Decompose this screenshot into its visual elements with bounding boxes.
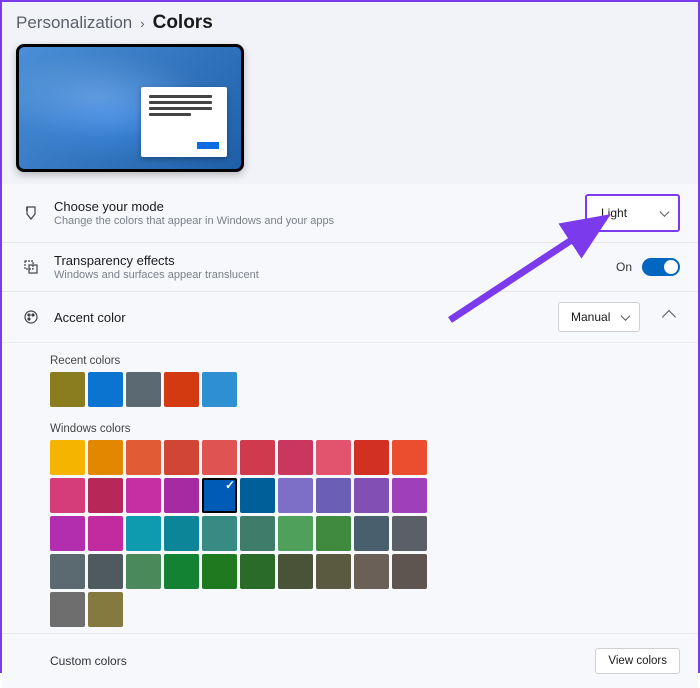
color-swatch[interactable]: [202, 516, 237, 551]
theme-preview: [16, 44, 244, 172]
color-swatch[interactable]: [202, 372, 237, 407]
color-swatch[interactable]: [88, 440, 123, 475]
windows-colors-grid: [50, 440, 430, 627]
choose-mode-row: Choose your mode Change the colors that …: [2, 184, 698, 243]
color-swatch[interactable]: [202, 478, 237, 513]
color-swatch[interactable]: [126, 516, 161, 551]
color-swatch[interactable]: [316, 554, 351, 589]
color-swatch[interactable]: [164, 516, 199, 551]
color-swatch[interactable]: [50, 554, 85, 589]
palette-icon: [20, 309, 42, 325]
color-swatch[interactable]: [202, 440, 237, 475]
color-swatch[interactable]: [202, 554, 237, 589]
windows-colors-label: Windows colors: [50, 423, 698, 435]
brush-icon: [20, 205, 42, 221]
color-swatch[interactable]: [316, 478, 351, 513]
color-swatch[interactable]: [278, 440, 313, 475]
color-swatch[interactable]: [164, 554, 199, 589]
accent-color-title: Accent color: [54, 310, 558, 325]
color-swatch[interactable]: [354, 516, 389, 551]
color-swatch[interactable]: [164, 372, 199, 407]
color-swatch[interactable]: [392, 440, 427, 475]
breadcrumb: Personalization › Colors: [16, 12, 684, 34]
color-swatch[interactable]: [392, 554, 427, 589]
accent-color-row[interactable]: Accent color Manual: [2, 292, 698, 343]
transparency-toggle[interactable]: [642, 258, 680, 276]
color-swatch[interactable]: [88, 592, 123, 627]
breadcrumb-parent[interactable]: Personalization: [16, 13, 132, 33]
color-swatch[interactable]: [126, 554, 161, 589]
color-swatch[interactable]: [50, 478, 85, 513]
color-swatch[interactable]: [278, 478, 313, 513]
color-swatch[interactable]: [316, 440, 351, 475]
color-swatch[interactable]: [50, 592, 85, 627]
chevron-up-icon[interactable]: [662, 310, 676, 324]
page-title: Colors: [153, 12, 213, 34]
color-swatch[interactable]: [88, 478, 123, 513]
color-swatch[interactable]: [88, 554, 123, 589]
accent-mode-dropdown[interactable]: Manual: [558, 302, 640, 332]
color-swatch[interactable]: [50, 372, 85, 407]
choose-mode-title: Choose your mode: [54, 199, 585, 214]
color-swatch[interactable]: [278, 554, 313, 589]
transparency-subtitle: Windows and surfaces appear translucent: [54, 269, 616, 281]
color-swatch[interactable]: [88, 372, 123, 407]
transparency-state-label: On: [616, 260, 632, 274]
color-swatch[interactable]: [240, 440, 275, 475]
transparency-row: Transparency effects Windows and surface…: [2, 243, 698, 292]
color-swatch[interactable]: [126, 478, 161, 513]
recent-colors-grid: [50, 372, 430, 407]
choose-mode-dropdown[interactable]: Light: [585, 194, 680, 232]
color-swatch[interactable]: [354, 440, 389, 475]
color-swatch[interactable]: [354, 554, 389, 589]
color-swatch[interactable]: [392, 516, 427, 551]
custom-colors-label: Custom colors: [50, 654, 127, 668]
color-swatch[interactable]: [164, 440, 199, 475]
color-swatch[interactable]: [164, 478, 199, 513]
color-swatch[interactable]: [316, 516, 351, 551]
custom-colors-row: Custom colors View colors: [2, 634, 698, 688]
color-swatch[interactable]: [126, 372, 161, 407]
color-swatch[interactable]: [240, 478, 275, 513]
color-swatch[interactable]: [392, 478, 427, 513]
color-swatch[interactable]: [50, 440, 85, 475]
color-swatch[interactable]: [88, 516, 123, 551]
color-swatch[interactable]: [278, 516, 313, 551]
color-swatch[interactable]: [240, 554, 275, 589]
chevron-right-icon: ›: [140, 16, 144, 31]
choose-mode-subtitle: Change the colors that appear in Windows…: [54, 215, 585, 227]
view-colors-button[interactable]: View colors: [595, 648, 680, 674]
transparency-icon: [20, 259, 42, 275]
color-swatch[interactable]: [126, 440, 161, 475]
transparency-title: Transparency effects: [54, 253, 616, 268]
recent-colors-label: Recent colors: [50, 355, 698, 367]
color-swatch[interactable]: [240, 516, 275, 551]
color-swatch[interactable]: [50, 516, 85, 551]
color-swatch[interactable]: [354, 478, 389, 513]
